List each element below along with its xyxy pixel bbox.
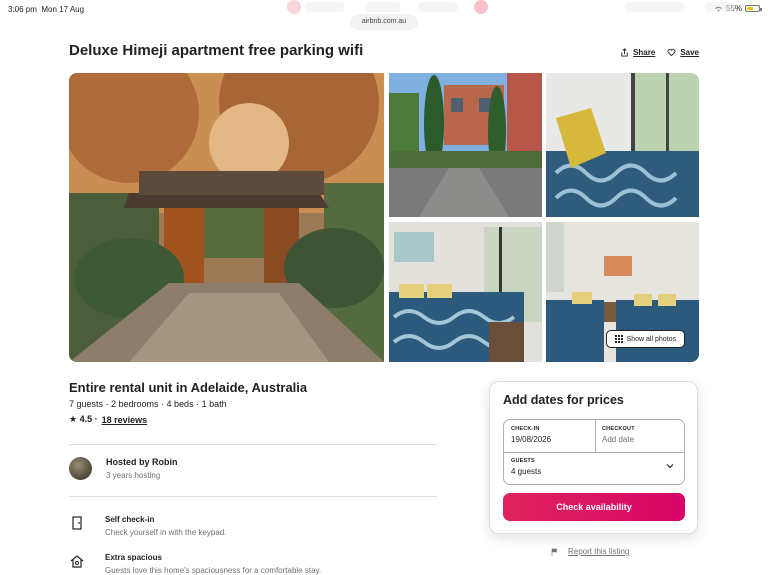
avatar[interactable] bbox=[69, 457, 92, 480]
booking-card: Add dates for prices CHECK-IN 19/08/2026… bbox=[489, 381, 698, 534]
save-label: Save bbox=[680, 48, 699, 57]
feature-extra-spacious: Extra spacious Guests love this home's s… bbox=[69, 553, 321, 575]
host-section: Hosted by Robin 3 years hosting bbox=[69, 457, 178, 480]
bedroom-window-photo[interactable] bbox=[546, 73, 699, 217]
photo-gallery: Show all photos bbox=[69, 73, 699, 362]
listing-subtitle: Entire rental unit in Adelaide, Australi… bbox=[69, 380, 308, 395]
show-all-photos-button[interactable]: Show all photos bbox=[605, 330, 685, 348]
report-link[interactable]: Report this listing bbox=[568, 547, 629, 556]
feature-self-checkin: Self check-in Check yourself in with the… bbox=[69, 515, 226, 537]
share-button[interactable]: Share bbox=[620, 48, 655, 57]
booking-title: Add dates for prices bbox=[503, 393, 624, 407]
chevron-down-icon[interactable] bbox=[666, 462, 674, 470]
divider bbox=[69, 444, 437, 445]
checkout-field[interactable]: CHECKOUT Add date bbox=[602, 426, 635, 444]
share-icon bbox=[621, 48, 628, 57]
bedroom-queen-photo[interactable] bbox=[389, 222, 542, 362]
home-icon bbox=[69, 553, 85, 569]
feature-subtitle: Guests love this home's spaciousness for… bbox=[105, 566, 322, 575]
checkin-label: CHECK-IN bbox=[511, 426, 540, 432]
door-icon bbox=[69, 515, 85, 531]
report-listing[interactable]: Report this listing bbox=[551, 547, 629, 556]
apartment-exterior-photo[interactable] bbox=[389, 73, 542, 217]
checkin-field[interactable]: CHECK-IN 19/08/2026 bbox=[511, 426, 551, 444]
guests-value: 4 guests bbox=[511, 467, 542, 476]
checkout-label: CHECKOUT bbox=[602, 426, 635, 432]
battery-icon bbox=[745, 5, 762, 12]
divider bbox=[504, 452, 684, 453]
show-all-photos-label: Show all photos bbox=[626, 335, 676, 343]
feature-subtitle: Check yourself in with the keypad. bbox=[105, 528, 227, 537]
feature-title: Self check-in bbox=[105, 515, 155, 524]
status-time: 3:06 pm Mon 17 Aug bbox=[8, 5, 85, 14]
heart-icon bbox=[667, 48, 676, 57]
rating-row: ★ 4.5 · 18 reviews bbox=[69, 414, 147, 425]
grid-icon bbox=[614, 335, 623, 343]
share-label: Share bbox=[633, 48, 656, 57]
status-right: 55% bbox=[714, 4, 762, 13]
flag-icon bbox=[551, 548, 558, 556]
guests-field[interactable]: GUESTS 4 guests bbox=[511, 458, 681, 476]
save-button[interactable]: Save bbox=[667, 48, 699, 57]
listing-details: 7 guests · 2 bedrooms · 4 beds · 1 bath bbox=[69, 399, 227, 409]
guests-label: GUESTS bbox=[511, 458, 535, 464]
reviews-link[interactable]: 18 reviews bbox=[102, 415, 148, 425]
rating-value: ★ 4.5 · bbox=[69, 414, 98, 424]
host-name: Hosted by Robin bbox=[106, 457, 178, 467]
battery-percent: 55% bbox=[725, 4, 742, 13]
check-availability-button[interactable]: Check availability bbox=[503, 493, 685, 521]
checkin-value: 19/08/2026 bbox=[511, 435, 552, 444]
divider bbox=[595, 420, 596, 452]
divider bbox=[69, 496, 437, 497]
listing-title: Deluxe Himeji apartment free parking wif… bbox=[69, 42, 364, 59]
listing-actions: Share Save bbox=[620, 48, 699, 57]
date-guest-picker: CHECK-IN 19/08/2026 CHECKOUT Add date GU… bbox=[503, 419, 685, 485]
url-bar[interactable]: airbnb.com.au bbox=[350, 14, 418, 30]
garden-gate-photo[interactable] bbox=[69, 73, 384, 362]
wifi-icon bbox=[714, 6, 722, 12]
checkout-placeholder: Add date bbox=[602, 435, 635, 444]
host-tenure: 3 years hosting bbox=[106, 471, 161, 480]
feature-title: Extra spacious bbox=[105, 553, 162, 562]
